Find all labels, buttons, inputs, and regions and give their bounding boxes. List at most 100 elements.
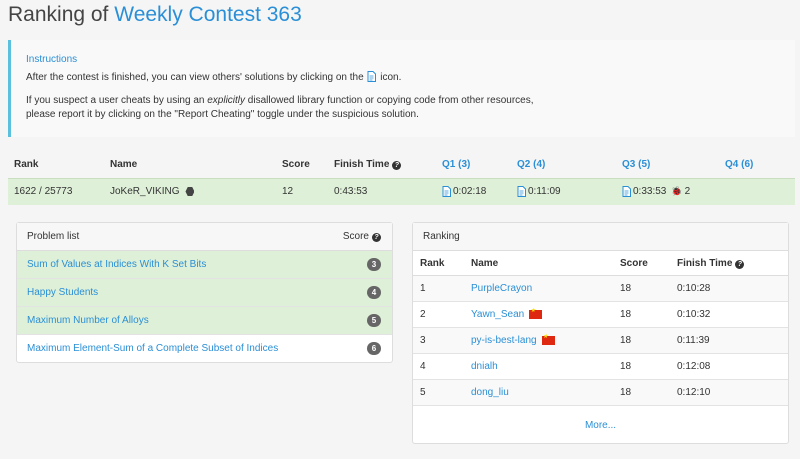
q1-solution[interactable]: 0:02:18 [442, 186, 486, 197]
lb-col-name: Name [471, 258, 499, 269]
lb-time: 0:12:10 [677, 387, 711, 398]
col-q4[interactable]: Q4 (6) [725, 159, 753, 170]
lb-time: 0:10:28 [677, 283, 711, 294]
col-finish-time-label: Finish Time [334, 159, 390, 170]
lb-rank: 3 [420, 335, 426, 346]
q1-time: 0:02:18 [453, 186, 487, 197]
info-icon[interactable]: ? [392, 161, 402, 170]
instructions-line3: please report it by clicking on the "Rep… [26, 109, 419, 120]
user-rank: 1622 / 25773 [14, 186, 73, 197]
lb-user-name[interactable]: PurpleCrayon [471, 283, 532, 294]
lb-rank: 5 [420, 387, 426, 398]
china-flag-icon [529, 307, 543, 319]
lb-rank: 1 [420, 283, 426, 294]
q2-time: 0:11:09 [528, 186, 561, 197]
instructions-line2-end: disallowed library function or copying c… [247, 95, 534, 106]
instructions-paragraph-1: After the contest is finished, you can v… [26, 71, 780, 85]
lb-time: 0:11:39 [677, 335, 710, 346]
col-score: Score [282, 159, 310, 170]
lb-score: 18 [620, 361, 632, 372]
table-row: 5 dong_liu 18 0:12:10 [413, 380, 788, 406]
lb-score: 18 [620, 309, 632, 320]
problem-list-title: Problem list [27, 231, 80, 242]
col-rank: Rank [14, 159, 39, 170]
lb-col-rank: Rank [420, 258, 445, 269]
problem-item[interactable]: Maximum Element-Sum of a Complete Subset… [17, 335, 392, 363]
solution-doc-icon[interactable] [517, 186, 526, 197]
col-name: Name [110, 159, 138, 170]
lb-score: 18 [620, 335, 632, 346]
user-finish-time: 0:43:53 [334, 186, 368, 197]
problem-list-score-label: Score? [343, 231, 381, 242]
user-score: 12 [282, 186, 294, 197]
q2-solution[interactable]: 0:11:09 [517, 186, 561, 197]
q3-solution[interactable]: 0:33:53 🐞 2 [622, 186, 690, 197]
problem-name[interactable]: Maximum Number of Alloys [27, 315, 149, 326]
contest-name-link[interactable]: Weekly Contest 363 [114, 3, 302, 26]
lb-user[interactable]: Yawn_Sean [471, 307, 543, 320]
solution-doc-icon[interactable] [622, 186, 631, 197]
problem-name[interactable]: Maximum Element-Sum of a Complete Subset… [27, 343, 278, 354]
table-row: 1 PurpleCrayon 18 0:10:28 [413, 276, 788, 302]
lb-user[interactable]: py-is-best-lang [471, 333, 555, 346]
col-q1[interactable]: Q1 (3) [442, 159, 470, 170]
lb-time: 0:10:32 [677, 309, 711, 320]
problem-score-badge: 3 [367, 258, 381, 271]
lb-user-name[interactable]: Yawn_Sean [471, 309, 524, 320]
lb-score: 18 [620, 283, 632, 294]
user-name[interactable]: JoKeR_VIKING [110, 186, 195, 197]
instructions-line2-emphasis: explicitly [207, 95, 246, 106]
instructions-box: Instructions After the contest is finish… [8, 40, 795, 137]
solution-doc-icon [367, 71, 377, 82]
lb-col-score: Score [620, 258, 648, 269]
lb-col-finish-time-label: Finish Time [677, 258, 733, 269]
table-row: 3 py-is-best-lang 18 0:11:39 [413, 328, 788, 354]
leaderboard-title: Ranking [423, 231, 460, 242]
title-prefix: Ranking of [8, 3, 109, 26]
col-q3[interactable]: Q3 (5) [622, 159, 650, 170]
lb-score: 18 [620, 387, 632, 398]
col-q2[interactable]: Q2 (4) [517, 159, 545, 170]
instructions-line2-start: If you suspect a user cheats by using an [26, 95, 205, 106]
lb-user-name[interactable]: py-is-best-lang [471, 335, 537, 346]
q3-wrong-count: 2 [684, 186, 691, 197]
problem-item[interactable]: Maximum Number of Alloys 5 [17, 307, 392, 335]
lb-user-name[interactable]: dong_liu [471, 387, 509, 398]
instructions-line1-end: icon. [380, 72, 402, 83]
col-finish-time: Finish Time? [334, 159, 402, 170]
problem-score-badge: 5 [367, 314, 381, 327]
lb-rank: 2 [420, 309, 426, 320]
problem-item[interactable]: Happy Students 4 [17, 279, 392, 307]
china-flag-icon [541, 333, 555, 345]
table-row: 2 Yawn_Sean 18 0:10:32 [413, 302, 788, 328]
ranking-table-header: Rank Name Score Finish Time? Q1 (3) Q2 (… [8, 155, 795, 177]
q3-time: 0:33:53 [633, 186, 667, 197]
problem-name[interactable]: Happy Students [27, 287, 98, 298]
instructions-paragraph-2: If you suspect a user cheats by using an… [26, 94, 780, 122]
lb-rank: 4 [420, 361, 426, 372]
problem-score-badge: 6 [367, 342, 381, 355]
hexagon-badge-icon [185, 187, 195, 196]
problem-item[interactable]: Sum of Values at Indices With K Set Bits… [17, 251, 392, 279]
lb-user-name[interactable]: dnialh [471, 361, 498, 372]
table-row: 4 dnialh 18 0:12:08 [413, 354, 788, 380]
score-label-text: Score [342, 231, 369, 242]
leaderboard-column-headers: Rank Name Score Finish Time? [413, 251, 788, 276]
lb-time: 0:12:08 [677, 361, 711, 372]
instructions-line1-text: After the contest is finished, you can v… [26, 72, 364, 83]
problem-score-badge: 4 [367, 286, 381, 299]
info-icon[interactable]: ? [372, 233, 381, 242]
info-icon[interactable]: ? [735, 260, 745, 269]
page-title: Ranking of Weekly Contest 363 [8, 3, 302, 27]
problem-list-header: Problem list Score? [17, 223, 392, 251]
solution-doc-icon[interactable] [442, 186, 451, 197]
problem-list-panel: Problem list Score? Sum of Values at Ind… [16, 222, 393, 363]
more-link[interactable]: More... [413, 420, 788, 431]
problem-name[interactable]: Sum of Values at Indices With K Set Bits [27, 259, 206, 270]
leaderboard-header: Ranking [413, 223, 788, 251]
user-ranking-row: 1622 / 25773 JoKeR_VIKING 12 0:43:53 0:0… [8, 178, 795, 205]
user-name-text: JoKeR_VIKING [110, 186, 180, 197]
instructions-heading: Instructions [26, 54, 78, 65]
leaderboard-panel: Ranking Rank Name Score Finish Time? 1 P… [412, 222, 789, 444]
lb-col-finish-time: Finish Time? [677, 258, 745, 269]
